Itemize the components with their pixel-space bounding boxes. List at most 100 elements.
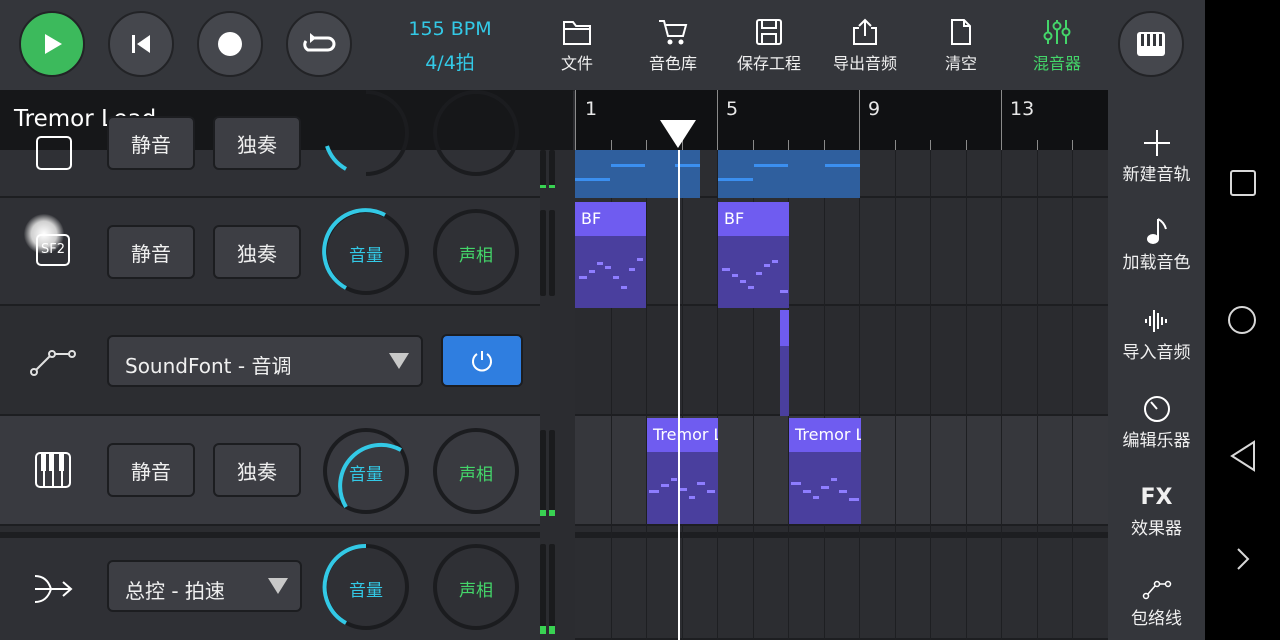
clip-title: BF <box>718 202 789 236</box>
clip-partial-2[interactable] <box>718 150 860 198</box>
pan-label: 声相 <box>459 465 493 485</box>
mixer-button[interactable]: 混音器 <box>1012 18 1102 74</box>
track-panel-envelope[interactable]: SoundFont - 音调 <box>0 306 540 416</box>
track-panel-partial: 静音 独奏 <box>0 90 555 198</box>
clip-bf-2[interactable]: BF <box>718 202 789 308</box>
clip-bf-1[interactable]: BF <box>575 202 646 308</box>
effects-label: 效果器 <box>1131 519 1182 539</box>
volume-knob[interactable]: 音量 <box>321 542 411 632</box>
mixer-sliders-icon <box>1043 20 1071 44</box>
top-toolbar: 155 BPM 4/4拍 文件 音色库 保存工程 导出音频 清空 混音器 <box>0 0 1205 91</box>
file-button[interactable]: 文件 <box>532 18 622 74</box>
folder-icon <box>563 21 591 45</box>
piano-keyboard-button[interactable] <box>1118 11 1184 77</box>
waveform-icon <box>1144 310 1167 332</box>
clear-button[interactable]: 清空 <box>916 18 1006 74</box>
load-sound-button[interactable]: 加载音色 <box>1108 216 1205 273</box>
master-envelope-select[interactable]: 总控 - 拍速 <box>107 560 302 612</box>
ruler-tick <box>1037 140 1038 150</box>
mute-button[interactable]: 静音 <box>107 116 195 170</box>
record-button[interactable] <box>197 11 263 77</box>
arrangement-grid[interactable]: BF BF Tremor L Tremor L <box>575 150 1108 640</box>
clip-title: Tremor L <box>789 418 861 452</box>
volume-knob[interactable]: 音量 <box>321 207 411 297</box>
cart-icon <box>659 20 688 45</box>
import-audio-label: 导入音频 <box>1122 343 1191 363</box>
new-track-button[interactable]: 新建音轨 <box>1108 128 1205 185</box>
level-meter-right <box>549 544 555 634</box>
track-panel-master[interactable]: 总控 - 拍速 音量 声相 <box>0 532 555 640</box>
piano-icon <box>1137 32 1165 56</box>
pan-knob[interactable]: 声相 <box>431 426 521 516</box>
envelope-target-select[interactable]: SoundFont - 音调 <box>107 335 423 387</box>
ruler-tick <box>717 90 718 150</box>
solo-button[interactable]: 独奏 <box>213 116 301 170</box>
sound-library-label: 音色库 <box>648 54 697 73</box>
ruler-tick <box>575 90 576 150</box>
effects-button[interactable]: FX 效果器 <box>1108 482 1205 539</box>
bpm-display[interactable]: 155 BPM <box>395 18 505 40</box>
recents-square-icon[interactable] <box>1229 169 1257 197</box>
back-triangle-icon[interactable] <box>1229 440 1257 472</box>
envelope-track-icon <box>30 350 76 376</box>
level-meter-right <box>549 150 555 188</box>
track-panel-tremor-lead[interactable]: 静音 独奏 音量 声相 <box>0 416 555 526</box>
volume-knob[interactable]: 音量 <box>321 426 411 516</box>
home-circle-icon[interactable] <box>1227 305 1257 335</box>
ruler-bar-9: 9 <box>868 98 881 120</box>
ruler-tick <box>753 140 754 150</box>
solo-button[interactable]: 独奏 <box>213 225 301 279</box>
sound-library-button[interactable]: 音色库 <box>628 18 718 74</box>
loop-button[interactable] <box>286 11 352 77</box>
rewind-button[interactable] <box>108 11 174 77</box>
ruler-tick <box>824 140 825 150</box>
playhead-line[interactable] <box>678 150 680 640</box>
track-panel-sf2[interactable]: SF2 静音 独奏 音量 声相 <box>0 198 555 306</box>
playhead-marker-icon[interactable] <box>660 120 696 148</box>
save-project-label: 保存工程 <box>736 54 801 73</box>
ruler-tick <box>611 140 612 150</box>
right-sidebar: 新建音轨 加载音色 导入音频 编辑乐器 FX 效果器 包络线 <box>1108 90 1205 640</box>
grid-line <box>1037 150 1038 640</box>
clip-partial-1[interactable] <box>575 150 700 198</box>
document-icon <box>951 19 971 45</box>
save-icon <box>756 19 782 45</box>
clear-label: 清空 <box>944 54 977 73</box>
export-audio-button[interactable]: 导出音频 <box>820 18 910 74</box>
envelope-button[interactable]: 包络线 <box>1108 572 1205 629</box>
envelope-label: 包络线 <box>1131 609 1182 629</box>
mute-button[interactable]: 静音 <box>107 443 195 497</box>
ruler-tick <box>1001 90 1002 150</box>
chevron-right-icon[interactable] <box>1235 546 1251 572</box>
mute-button[interactable]: 静音 <box>107 225 195 279</box>
edit-instrument-button[interactable]: 编辑乐器 <box>1108 394 1205 451</box>
import-audio-button[interactable]: 导入音频 <box>1108 306 1205 363</box>
music-note-icon <box>1146 218 1167 244</box>
load-sound-label: 加载音色 <box>1122 253 1191 273</box>
new-track-label: 新建音轨 <box>1122 165 1191 185</box>
clip-envelope[interactable] <box>780 310 789 416</box>
timeline-ruler[interactable]: 1 5 9 13 <box>575 90 1109 150</box>
solo-button[interactable]: 独奏 <box>213 443 301 497</box>
grid-line <box>646 150 647 640</box>
envelope-power-button[interactable] <box>441 334 523 387</box>
lane-sf2[interactable] <box>575 198 1108 306</box>
plus-icon <box>1143 130 1170 156</box>
ruler-tick <box>895 140 896 150</box>
clip-tremor-lead-2[interactable]: Tremor L <box>789 418 861 524</box>
lane-master[interactable] <box>575 532 1108 640</box>
play-icon <box>45 34 62 54</box>
pan-knob[interactable]: 声相 <box>431 542 521 632</box>
envelope-icon <box>1142 580 1171 600</box>
volume-knob[interactable] <box>321 88 411 178</box>
pan-knob[interactable] <box>431 88 521 178</box>
lane-envelope[interactable] <box>575 306 1108 416</box>
time-signature-display[interactable]: 4/4拍 <box>395 48 505 75</box>
save-project-button[interactable]: 保存工程 <box>724 18 814 74</box>
pan-knob[interactable]: 声相 <box>431 207 521 297</box>
grid-line <box>966 150 967 640</box>
pan-label: 声相 <box>459 246 493 266</box>
clip-tremor-lead-1[interactable]: Tremor L <box>647 418 718 524</box>
play-button[interactable] <box>19 11 85 77</box>
volume-label: 音量 <box>349 581 383 601</box>
